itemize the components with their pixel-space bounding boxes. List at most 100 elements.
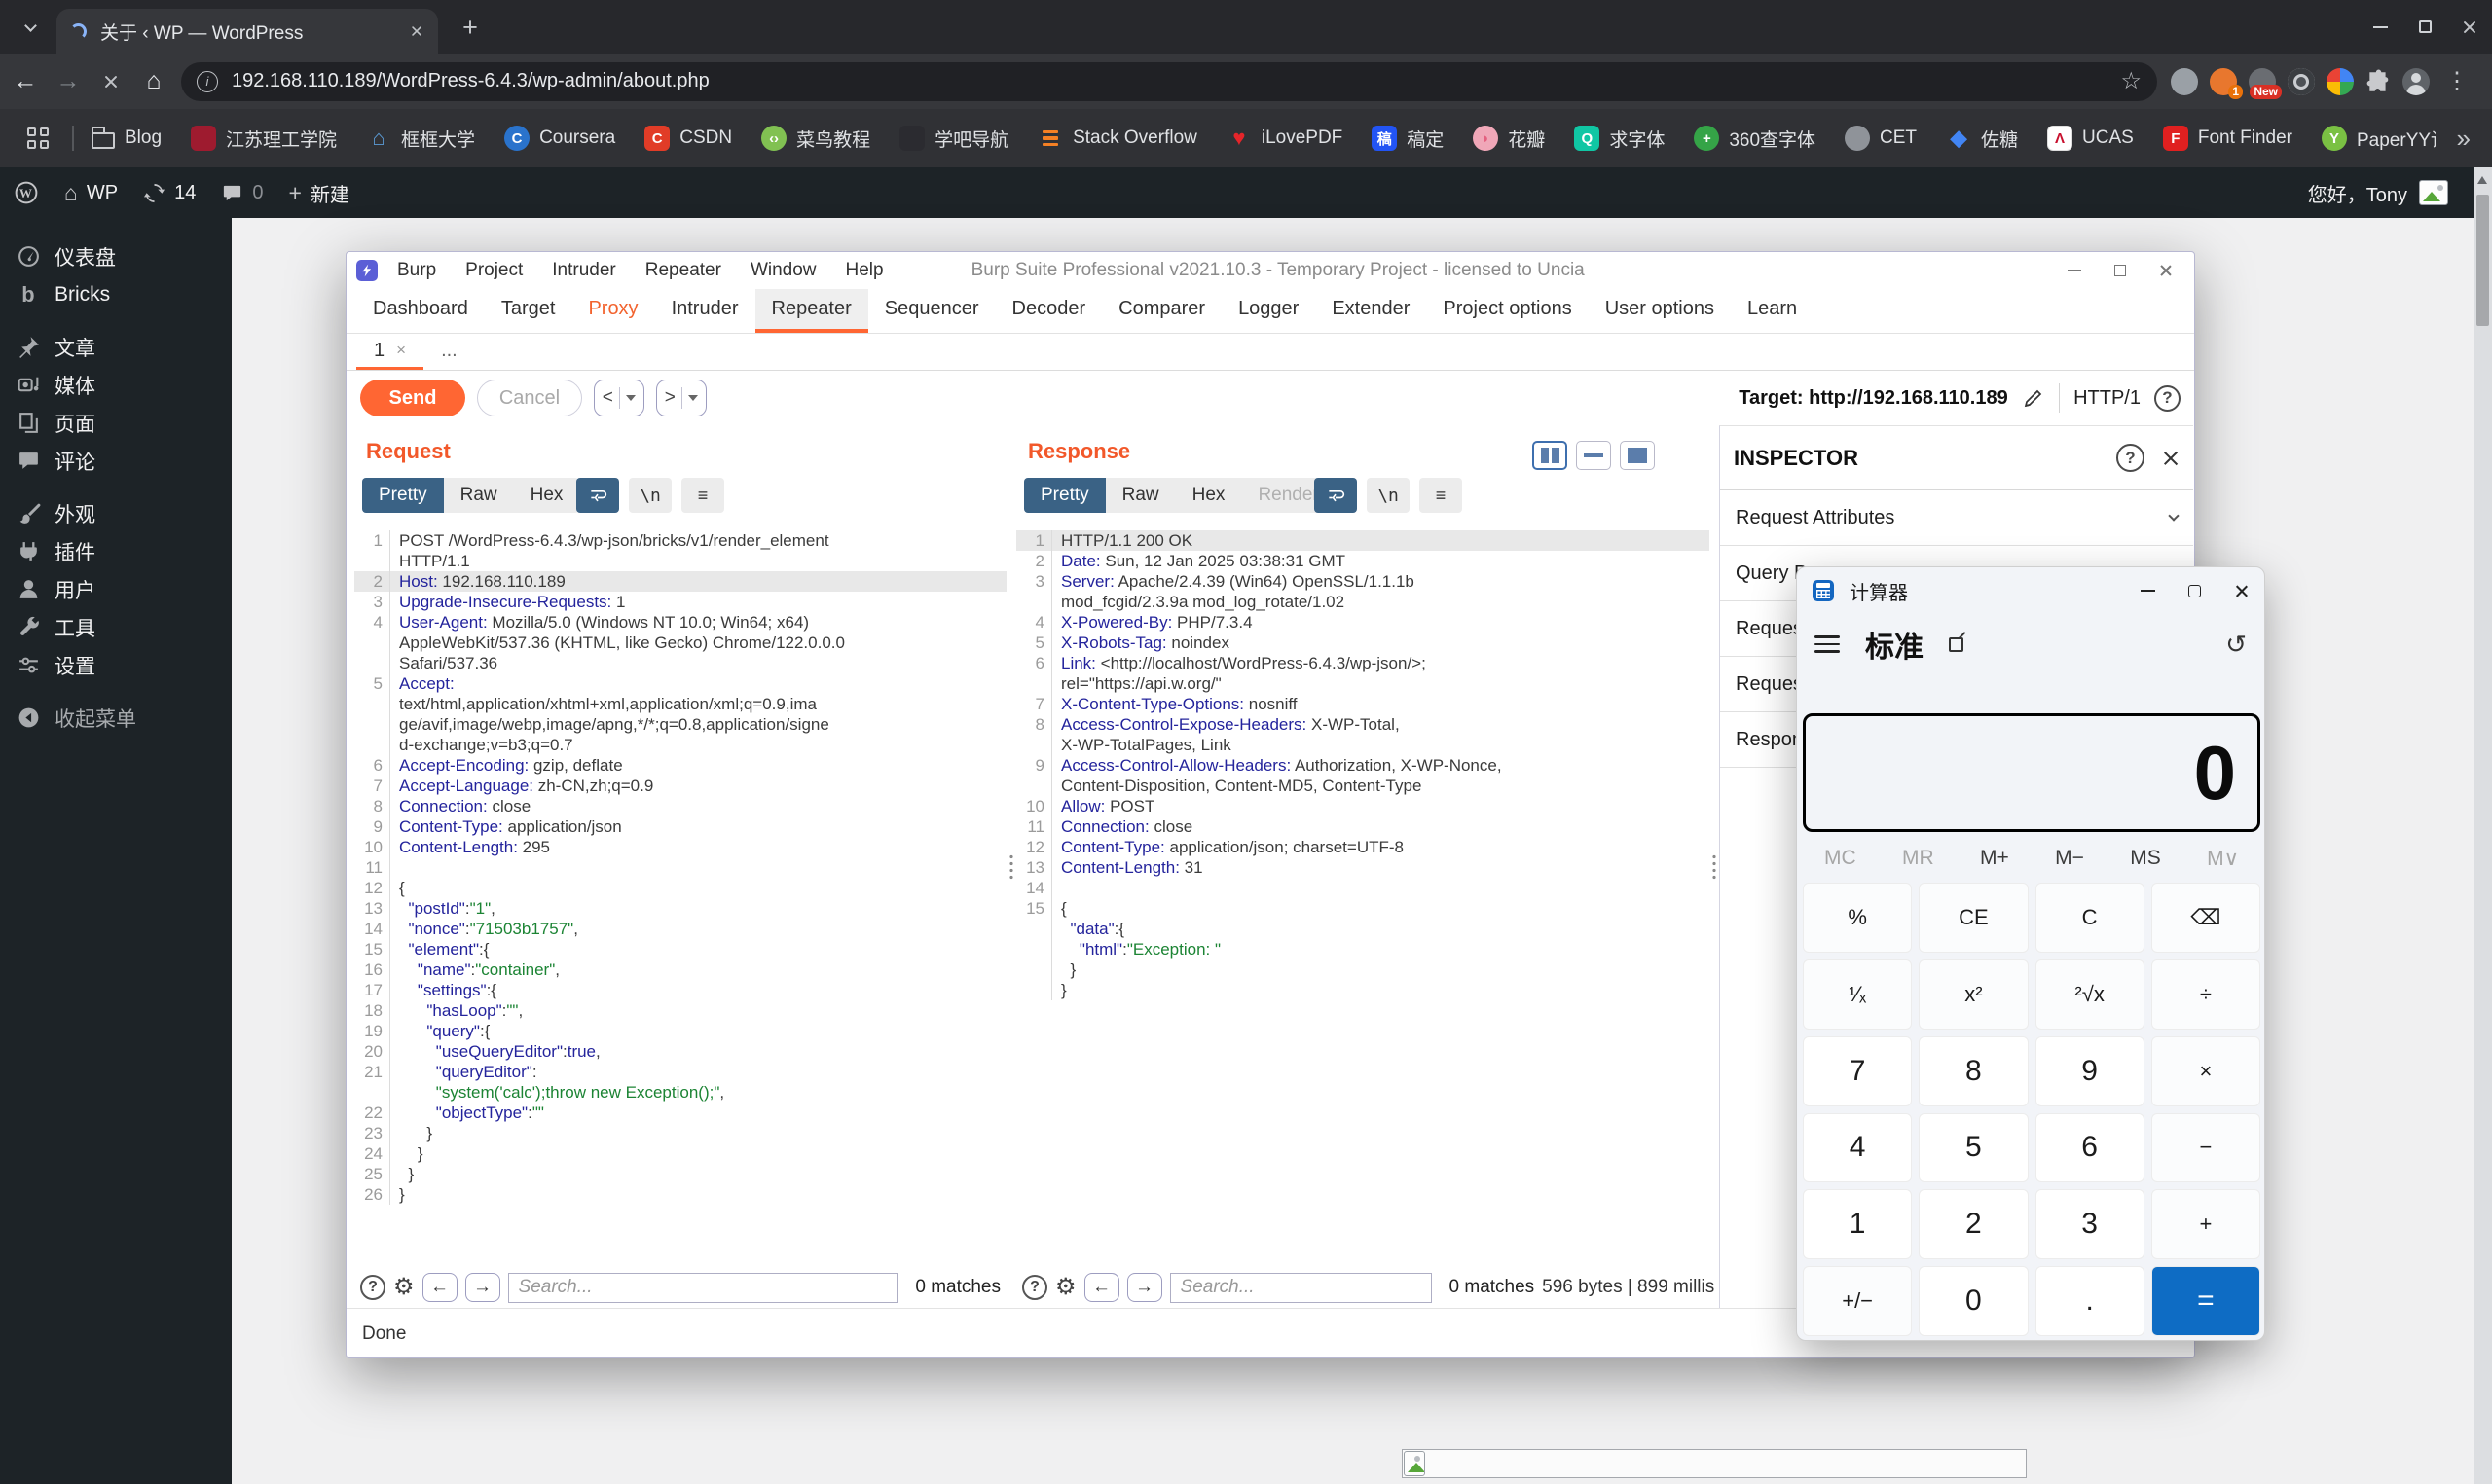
bookmark-star-icon[interactable]: ☆: [2120, 67, 2142, 95]
repeater-tab-more[interactable]: ...: [423, 334, 475, 370]
tab-close-icon[interactable]: ×: [396, 341, 406, 360]
calc-key-−[interactable]: −: [2150, 1112, 2260, 1183]
bookmark-item[interactable]: ⌂ 框框大学: [366, 126, 475, 152]
menu-intruder[interactable]: Intruder: [552, 260, 615, 281]
tab-project-options[interactable]: Project options: [1426, 289, 1588, 333]
layout-rows-button[interactable]: [1576, 441, 1611, 470]
sidebar-item-collapse[interactable]: 收起菜单: [0, 699, 232, 737]
sidebar-item-tools[interactable]: 工具: [0, 608, 232, 646]
apps-grid-icon[interactable]: [27, 127, 49, 149]
browser-profile-avatar[interactable]: [2402, 67, 2430, 95]
view-tab-raw[interactable]: Raw: [443, 478, 514, 513]
calc-key-+[interactable]: +: [2150, 1189, 2260, 1260]
response-search-input[interactable]: [1169, 1272, 1432, 1303]
sidebar-item-users[interactable]: 用户: [0, 570, 232, 608]
tab-intruder[interactable]: Intruder: [655, 289, 755, 333]
sidebar-item-posts[interactable]: 文章: [0, 328, 232, 366]
sidebar-item-plugins[interactable]: 插件: [0, 532, 232, 570]
bookmark-item[interactable]: Λ UCAS: [2047, 126, 2134, 151]
search-settings-gear-icon[interactable]: ⚙: [1055, 1276, 1077, 1299]
keep-on-top-icon[interactable]: [1949, 636, 1963, 652]
bookmark-item[interactable]: ‹› 菜鸟教程: [761, 126, 870, 152]
scrollbar-thumb[interactable]: [2476, 195, 2489, 326]
view-tab-pretty[interactable]: Pretty: [1024, 478, 1106, 513]
extension-new-icon[interactable]: New: [2249, 67, 2282, 99]
bookmark-item[interactable]: Stack Overflow: [1038, 126, 1197, 151]
back-history-button[interactable]: <: [594, 380, 644, 416]
maximize-icon[interactable]: [2114, 265, 2126, 276]
calc-key-.[interactable]: .: [2034, 1266, 2144, 1336]
browser-tab[interactable]: 关于 ‹ WP — WordPress: [56, 9, 438, 54]
calc-key-÷[interactable]: ÷: [2150, 959, 2260, 1030]
calc-key-4[interactable]: 4: [1803, 1112, 1913, 1183]
tab-logger[interactable]: Logger: [1222, 289, 1315, 333]
minimize-icon[interactable]: [2068, 270, 2081, 271]
layout-columns-button[interactable]: [1532, 441, 1567, 470]
show-newlines-toggle[interactable]: \n: [1367, 478, 1410, 513]
calc-maximize-button[interactable]: [2171, 567, 2217, 614]
search-settings-gear-icon[interactable]: ⚙: [393, 1276, 415, 1299]
sidebar-item-bricks[interactable]: b Bricks: [0, 275, 232, 313]
calc-key-2[interactable]: 2: [1919, 1189, 2029, 1260]
bookmark-item[interactable]: Q 求字体: [1574, 126, 1665, 152]
tab-dashboard[interactable]: Dashboard: [356, 289, 485, 333]
calc-key-CE[interactable]: CE: [1919, 883, 2029, 953]
tab-user-options[interactable]: User options: [1589, 289, 1731, 333]
search-help-icon[interactable]: ?: [360, 1275, 385, 1300]
editor-menu-button[interactable]: ≡: [681, 478, 724, 513]
request-editor[interactable]: 1 POST /WordPress-6.4.3/wp-json/bricks/v1…: [354, 526, 1007, 1264]
wp-new-link[interactable]: + 新建: [289, 179, 349, 207]
wp-site-link[interactable]: ⌂ WP: [64, 180, 118, 206]
tab-close-icon[interactable]: [411, 25, 423, 38]
calc-key-7[interactable]: 7: [1803, 1035, 1913, 1106]
url-text[interactable]: 192.168.110.189/WordPress-6.4.3/wp-admin…: [232, 70, 2120, 92]
view-tab-hex[interactable]: Hex: [1175, 478, 1242, 513]
help-icon[interactable]: ?: [2154, 384, 2180, 412]
calc-key-3[interactable]: 3: [2034, 1189, 2144, 1260]
calc-key-6[interactable]: 6: [2034, 1112, 2144, 1183]
inspector-close-icon[interactable]: [2162, 450, 2180, 467]
bookmark-item[interactable]: Y PaperYY论文查重: [2322, 126, 2436, 152]
search-prev-button[interactable]: ←: [421, 1273, 458, 1302]
calc-key-+/−[interactable]: +/−: [1803, 1266, 1913, 1336]
search-prev-button[interactable]: ←: [1083, 1273, 1119, 1302]
menu-repeater[interactable]: Repeater: [645, 260, 721, 281]
word-wrap-toggle[interactable]: [576, 478, 619, 513]
menu-burp[interactable]: Burp: [397, 260, 436, 281]
sidebar-item-appearance[interactable]: 外观: [0, 494, 232, 532]
edit-pencil-icon[interactable]: [2022, 386, 2045, 410]
bookmark-item[interactable]: C Coursera: [504, 126, 615, 151]
send-button[interactable]: Send: [360, 380, 465, 416]
calc-key-8[interactable]: 8: [1919, 1035, 2029, 1106]
calc-key-²√x[interactable]: ²√x: [2034, 959, 2144, 1030]
site-info-icon[interactable]: i: [197, 70, 218, 92]
close-icon[interactable]: [2159, 264, 2173, 277]
calc-key-=[interactable]: =: [2150, 1266, 2260, 1336]
wp-logo-icon[interactable]: W: [14, 180, 39, 205]
tab-comparer[interactable]: Comparer: [1102, 289, 1222, 333]
tab-target[interactable]: Target: [485, 289, 572, 333]
tab-repeater[interactable]: Repeater: [754, 289, 868, 333]
bookmark-item[interactable]: CET: [1845, 126, 1917, 151]
inspector-section[interactable]: Request Attributes: [1720, 490, 2193, 546]
stop-loading-button[interactable]: [93, 64, 128, 99]
panel-splitter[interactable]: [1007, 425, 1016, 1308]
sidebar-item-settings[interactable]: 设置: [0, 646, 232, 684]
bookmark-item[interactable]: C CSDN: [644, 126, 732, 151]
request-search-input[interactable]: [507, 1272, 898, 1303]
back-button[interactable]: ←: [8, 64, 43, 99]
menu-help[interactable]: Help: [846, 260, 884, 281]
extension-orange-icon[interactable]: 1: [2210, 67, 2243, 99]
window-close-button[interactable]: [2447, 0, 2492, 54]
calc-key-9[interactable]: 9: [2034, 1035, 2144, 1106]
tab-search-button[interactable]: [16, 13, 45, 42]
calc-key-¹⁄ₓ[interactable]: ¹⁄ₓ: [1803, 959, 1913, 1030]
panel-splitter[interactable]: [1709, 425, 1719, 1308]
search-next-button[interactable]: →: [464, 1273, 500, 1302]
bookmark-item[interactable]: +360查字体: [1694, 126, 1815, 152]
bookmark-item[interactable]: ◆ 佐糖: [1946, 126, 2018, 152]
layout-single-button[interactable]: [1620, 441, 1655, 470]
calc-key-C[interactable]: C: [2034, 883, 2144, 953]
wp-comments-link[interactable]: 0: [221, 182, 264, 204]
extension-generic-icon[interactable]: [2171, 67, 2198, 95]
